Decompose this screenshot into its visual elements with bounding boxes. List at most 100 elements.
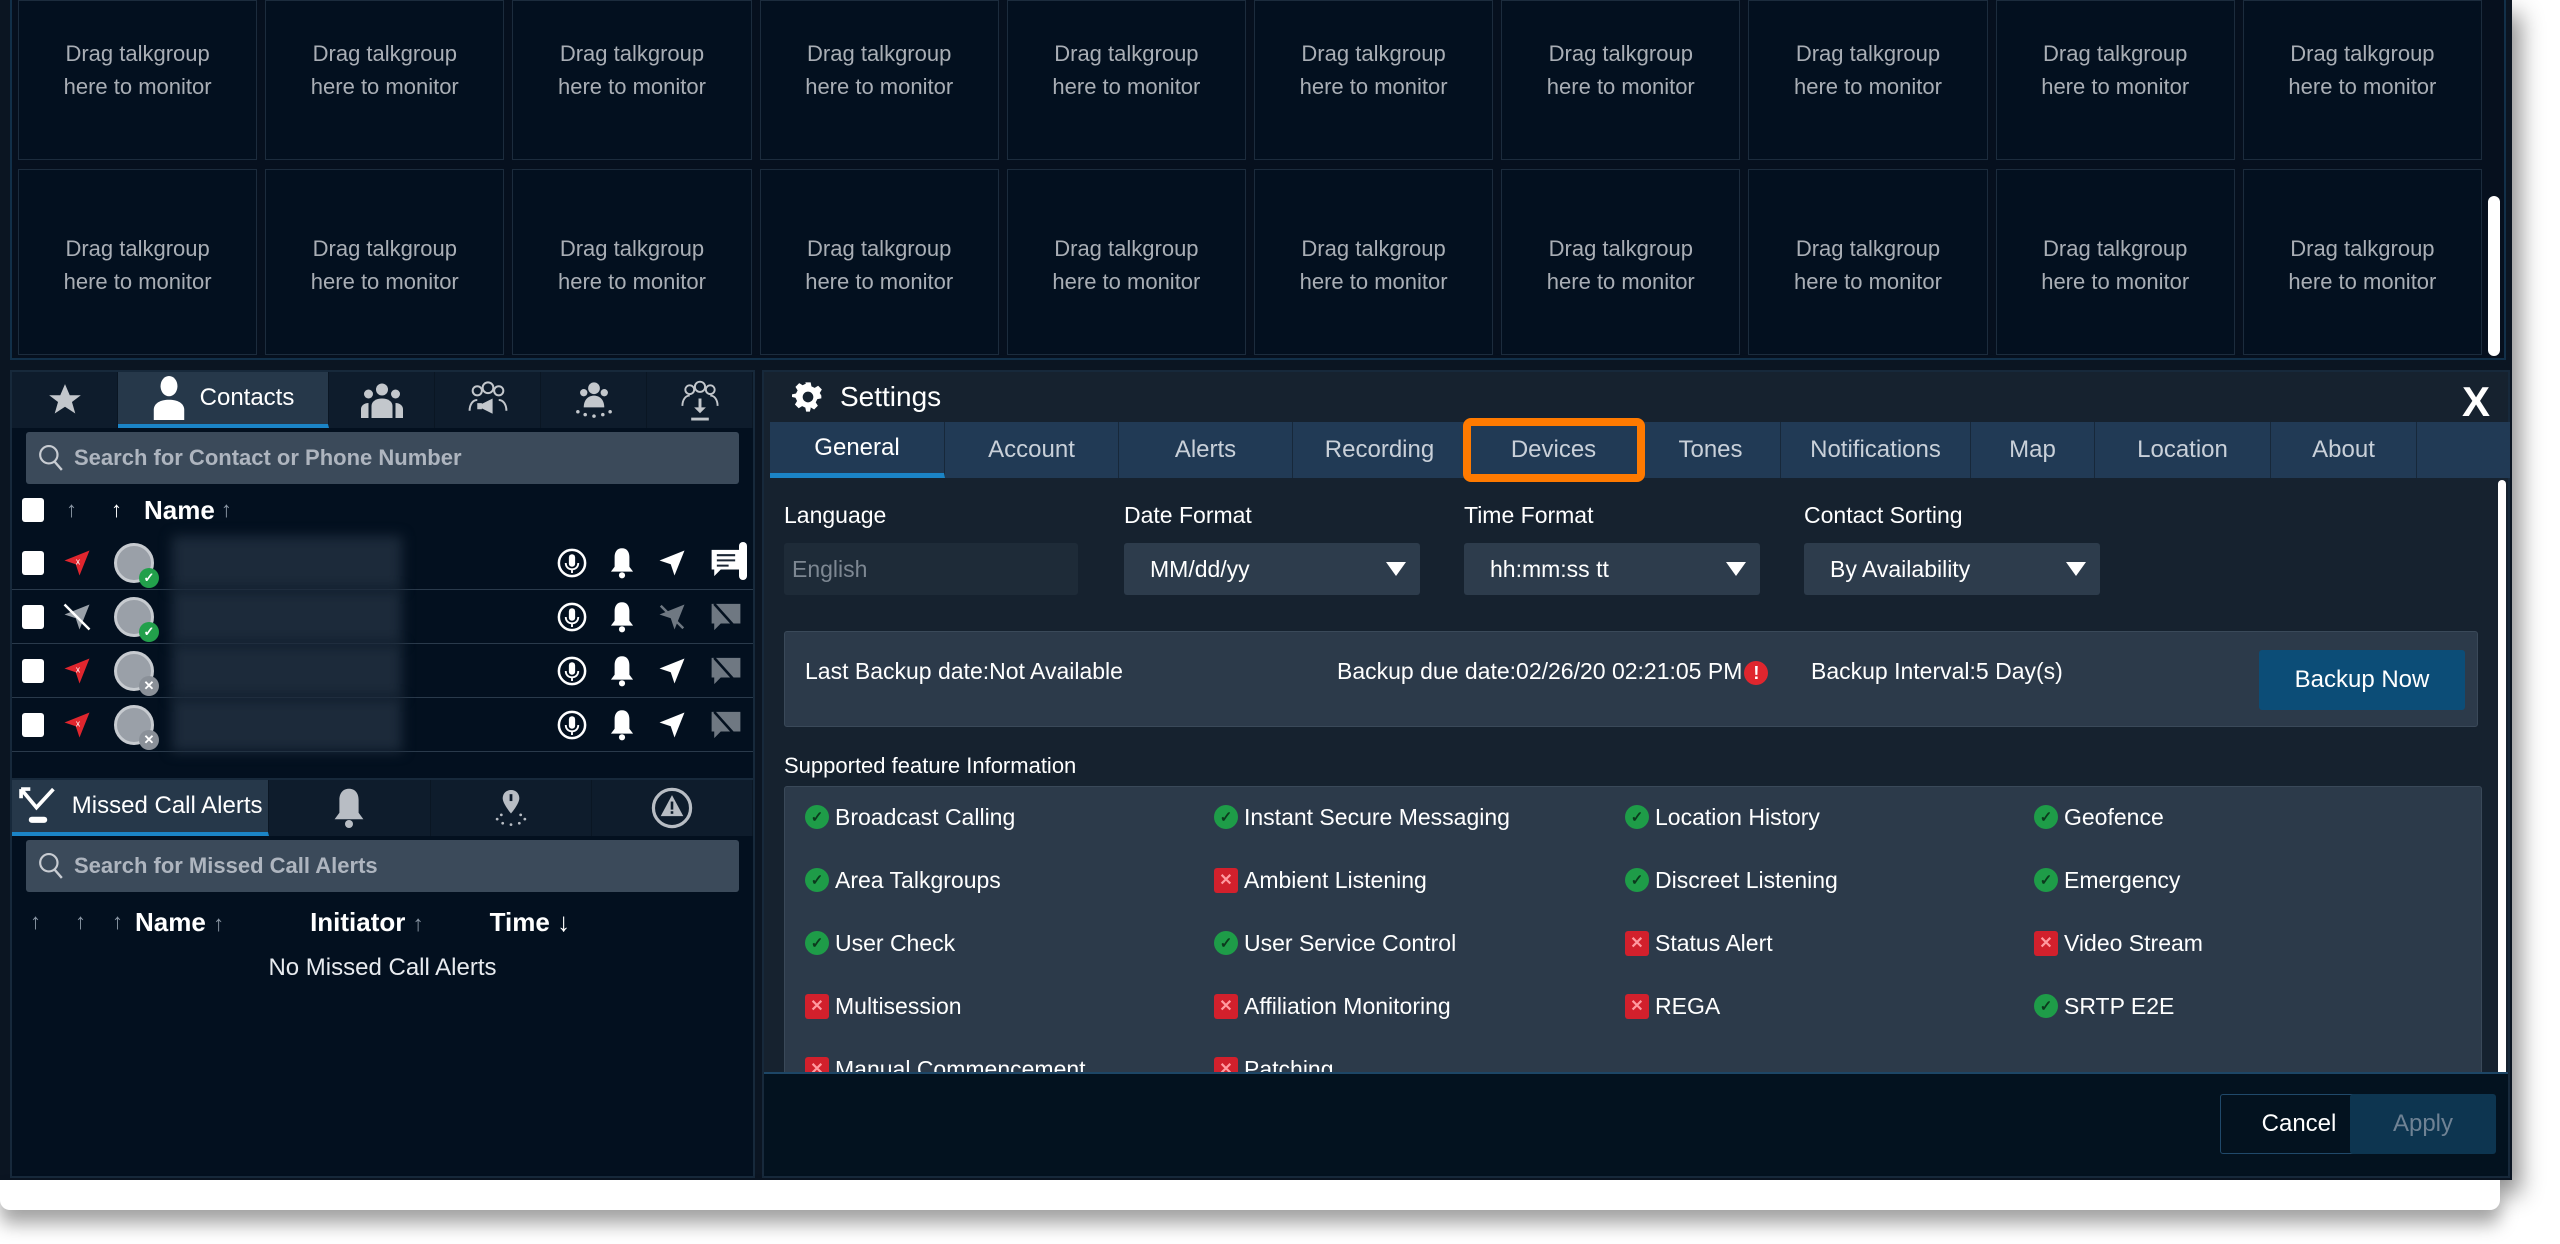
alert-bell-icon[interactable]	[609, 709, 635, 741]
monitor-drop-slot[interactable]: Drag talkgroup here to monitor	[512, 0, 752, 160]
column-name[interactable]: Name	[144, 495, 215, 526]
tab-geofence-alerts[interactable]	[431, 780, 592, 836]
sort-location-arrow[interactable]: ↑	[66, 497, 77, 523]
sort-call-arrow[interactable]: ↑	[112, 909, 123, 935]
alert-bell-icon[interactable]	[609, 547, 635, 579]
monitor-drop-slot[interactable]: Drag talkgroup here to monitor	[265, 0, 505, 160]
monitor-drop-slot[interactable]: Drag talkgroup here to monitor	[1253, 169, 1494, 355]
monitor-drop-slot[interactable]: Drag talkgroup here to monitor	[1006, 0, 1246, 160]
monitor-drop-slot[interactable]: Drag talkgroup here to monitor	[759, 0, 999, 160]
tab-groups[interactable]	[329, 372, 435, 428]
sort-type-arrow[interactable]: ↑	[30, 909, 41, 935]
message-disabled-icon[interactable]	[709, 601, 743, 633]
monitor-drop-slot[interactable]: Drag talkgroup here to monitor	[1501, 169, 1741, 355]
row-checkbox[interactable]	[22, 604, 44, 629]
tab-general[interactable]: General	[770, 422, 945, 478]
monitor-scrollbar[interactable]	[2488, 196, 2500, 356]
message-icon[interactable]	[709, 547, 743, 579]
apply-button[interactable]: Apply	[2350, 1094, 2496, 1154]
monitor-drop-slot[interactable]: Drag talkgroup here to monitor	[18, 0, 258, 160]
sort-presence-arrow[interactable]: ↑	[111, 497, 122, 523]
contact-row[interactable]: x ✕	[12, 698, 753, 752]
ptt-call-icon[interactable]	[557, 602, 587, 632]
tab-contacts[interactable]: Contacts	[118, 372, 329, 428]
monitor-drop-slot[interactable]: Drag talkgroup here to monitor	[1006, 169, 1246, 355]
contact-row[interactable]: x ✓	[12, 536, 753, 590]
drop-hint: Drag talkgroup here to monitor	[2288, 236, 2437, 294]
contact-search-box[interactable]	[26, 432, 739, 484]
location-icon[interactable]	[657, 656, 687, 686]
close-button[interactable]: X	[2462, 378, 2490, 426]
tab-favorites[interactable]	[12, 372, 118, 428]
language-select: English	[784, 543, 1078, 595]
contacts-scrollbar[interactable]	[739, 542, 747, 580]
time-format-select[interactable]: hh:mm:ss tt	[1464, 543, 1760, 595]
location-disabled-icon[interactable]	[657, 602, 687, 632]
tab-notifications[interactable]: Notifications	[1781, 422, 1971, 478]
monitor-drop-slot[interactable]: Drag talkgroup here to monitor	[1995, 169, 2235, 355]
contact-row[interactable]: x ✕	[12, 644, 753, 698]
monitor-drop-slot[interactable]: Drag talkgroup here to monitor	[1253, 0, 1494, 160]
monitor-grid: Drag talkgroup here to monitor Drag talkgr…	[18, 0, 2482, 355]
tab-broadcast-groups[interactable]	[435, 372, 541, 428]
location-icon[interactable]	[657, 710, 687, 740]
monitor-drop-slot[interactable]: Drag talkgroup here to monitor	[18, 169, 258, 355]
tab-about[interactable]: About	[2271, 422, 2417, 478]
monitor-drop-slot[interactable]: Drag talkgroup here to monitor	[1748, 0, 1988, 160]
contact-sorting-select[interactable]: By Availability	[1804, 543, 2100, 595]
tab-map[interactable]: Map	[1971, 422, 2095, 478]
tab-missed-calls[interactable]: Missed Call Alerts	[12, 780, 270, 836]
message-disabled-icon[interactable]	[709, 655, 743, 687]
backup-interval-text: Backup Interval:5 Day(s)	[1811, 658, 2063, 684]
monitor-drop-slot[interactable]: Drag talkgroup here to monitor	[2242, 0, 2482, 160]
settings-scrollbar[interactable]	[2498, 480, 2506, 1080]
tab-dynamic-groups[interactable]	[541, 372, 647, 428]
tab-download-groups[interactable]	[647, 372, 753, 428]
ptt-call-icon[interactable]	[557, 710, 587, 740]
column-name[interactable]: Name ↑	[135, 907, 224, 938]
x-box-icon: ✕	[1625, 930, 1649, 956]
tab-location[interactable]: Location	[2095, 422, 2271, 478]
date-format-select[interactable]: MM/dd/yy	[1124, 543, 1420, 595]
ptt-call-icon[interactable]	[557, 656, 587, 686]
message-disabled-icon[interactable]	[709, 709, 743, 741]
svg-text:x: x	[76, 718, 81, 728]
tab-emergency-alerts[interactable]	[592, 780, 753, 836]
tab-alerts[interactable]	[269, 780, 431, 836]
missed-search-input[interactable]	[74, 853, 694, 879]
backup-now-button[interactable]: Backup Now	[2259, 650, 2465, 710]
language-label: Language	[784, 502, 887, 528]
select-all-checkbox[interactable]	[22, 498, 44, 522]
alert-bell-icon[interactable]	[609, 601, 635, 633]
alert-bell-icon[interactable]	[609, 655, 635, 687]
row-checkbox[interactable]	[22, 550, 44, 575]
tab-tones[interactable]: Tones	[1641, 422, 1781, 478]
tab-account[interactable]: Account	[945, 422, 1119, 478]
monitor-drop-slot[interactable]: Drag talkgroup here to monitor	[265, 169, 505, 355]
column-time[interactable]: Time ↓	[490, 907, 570, 938]
row-checkbox[interactable]	[22, 658, 44, 683]
monitor-drop-slot[interactable]: Drag talkgroup here to monitor	[759, 169, 999, 355]
monitor-drop-slot[interactable]: Drag talkgroup here to monitor	[512, 169, 752, 355]
contact-row[interactable]: ✓	[12, 590, 753, 644]
monitor-drop-slot[interactable]: Drag talkgroup here to monitor	[1501, 0, 1741, 160]
tab-recording[interactable]: Recording	[1293, 422, 1467, 478]
monitor-drop-slot[interactable]: Drag talkgroup here to monitor	[2242, 169, 2482, 355]
column-initiator[interactable]: Initiator ↑	[310, 907, 424, 938]
row-checkbox[interactable]	[22, 712, 44, 737]
missed-search-box[interactable]	[26, 840, 739, 892]
tab-devices[interactable]: Devices	[1463, 418, 1645, 482]
sort-status-arrow[interactable]: ↑	[75, 909, 86, 935]
contact-sorting-label: Contact Sorting	[1804, 502, 1963, 528]
tab-alerts[interactable]: Alerts	[1119, 422, 1293, 478]
person-icon	[152, 376, 186, 420]
location-icon[interactable]	[657, 548, 687, 578]
contact-search-input[interactable]	[74, 445, 694, 471]
svg-text:x: x	[76, 556, 81, 566]
feature-item: ✓ Area Talkgroups	[805, 860, 1214, 900]
monitor-drop-slot[interactable]: Drag talkgroup here to monitor	[1748, 169, 1988, 355]
monitor-drop-slot[interactable]: Drag talkgroup here to monitor	[1995, 0, 2235, 160]
sort-name-arrow[interactable]: ↑	[221, 497, 232, 523]
feature-item: ✕ Affiliation Monitoring	[1214, 986, 1625, 1026]
ptt-call-icon[interactable]	[557, 548, 587, 578]
